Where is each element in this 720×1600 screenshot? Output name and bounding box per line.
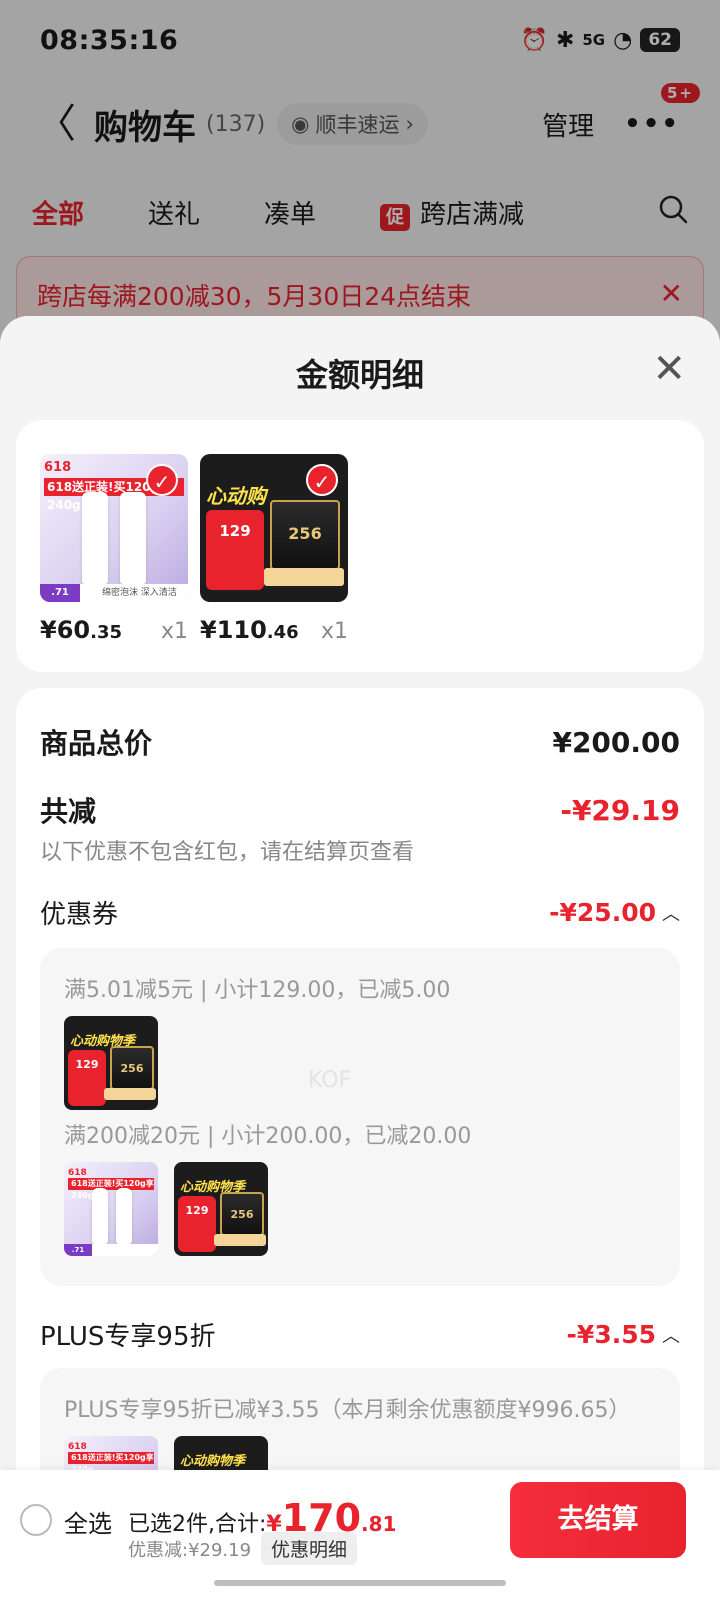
product-art-footer: .71 绵密泡沫 深入清洁 xyxy=(40,584,188,602)
tube-graphic xyxy=(82,492,108,584)
chevron-up-icon: ︿ xyxy=(662,1325,680,1347)
product-price: ¥110.46 xyxy=(200,616,299,644)
product-qty: x1 xyxy=(160,619,188,644)
price-row: ¥110.46 x1 xyxy=(200,616,348,644)
product-thumb-cleanser: 618 618送正装!买120g享240g .71 xyxy=(64,1162,158,1256)
coupon-rule: 满5.01减5元 | 小计129.00，已减5.00 xyxy=(64,978,451,1003)
discount-summary: 优惠减:¥29.19 优惠明细 xyxy=(128,1532,358,1565)
product-price: ¥60.35 xyxy=(40,616,122,644)
coupon-detail-panel: 满5.01减5元 | 小计129.00，已减5.00 心动购物季 129 256… xyxy=(40,948,680,1286)
discount-row: 共减 -¥29.19 xyxy=(40,790,680,830)
coupon-value: -¥25.00 xyxy=(549,898,656,927)
tube-graphic xyxy=(92,1188,108,1244)
plus-detail-text: PLUS专享95折已减¥3.55（本月剩余优惠额度¥996.65） xyxy=(64,1398,631,1423)
card-graphic: 256 xyxy=(110,1046,154,1090)
home-indicator[interactable] xyxy=(214,1580,506,1586)
plus-label: PLUS专享95折 xyxy=(40,1322,216,1352)
price-integer: ¥110 xyxy=(200,616,267,644)
checkout-button[interactable]: 去结算 xyxy=(510,1482,686,1558)
product-art-text: 绵密泡沫 深入清洁 xyxy=(102,588,177,598)
red-panel: 129 xyxy=(178,1196,216,1252)
tube-graphic xyxy=(116,1188,132,1244)
modal-overlay[interactable] xyxy=(0,0,720,340)
card-graphic: 256 xyxy=(220,1192,264,1236)
total-row: 商品总价 ¥200.00 xyxy=(40,722,680,762)
product-art-text: 618送正装!买120g享240g xyxy=(68,1178,154,1200)
watermark: KOF xyxy=(308,1068,352,1093)
discount-value: -¥29.19 xyxy=(560,793,680,827)
discount-label: 共减 xyxy=(40,795,97,828)
product-thumb-memory-card: 心动购物季 129 256 xyxy=(174,1162,268,1256)
red-panel: 129 xyxy=(206,510,264,590)
price-decimal: .46 xyxy=(266,622,299,643)
checkmark-icon: ✓ xyxy=(306,464,338,496)
discount-detail-button[interactable]: 优惠明细 xyxy=(261,1532,358,1565)
product-art-text: 129 xyxy=(219,522,251,540)
checkmark-icon: ✓ xyxy=(146,464,178,496)
select-all-radio[interactable] xyxy=(20,1504,52,1536)
product-art-text: 618 xyxy=(44,460,72,475)
total-label: 商品总价 xyxy=(40,727,153,760)
product-art-text: .71 xyxy=(40,584,80,602)
price-breakdown-card: 商品总价 ¥200.00 共减 -¥29.19 以下优惠不包含红包，请在结算页查… xyxy=(16,688,704,1600)
coupon-row[interactable]: 优惠券 -¥25.00 ︿ xyxy=(40,894,680,931)
product-art-footer: .71 xyxy=(64,1244,158,1256)
close-icon[interactable]: ✕ xyxy=(652,346,686,392)
gold-strip xyxy=(104,1088,156,1100)
product-thumb-memory-card: 心动购物季 129 256 xyxy=(64,1016,158,1110)
product-art-text: 129 xyxy=(75,1058,99,1071)
product-art-text: 618送正装!买120g享240g xyxy=(68,1452,154,1474)
price-decimal: .35 xyxy=(90,622,122,643)
price-integer: ¥60 xyxy=(40,616,91,644)
gold-strip xyxy=(264,568,344,586)
amount-detail-sheet: 金额明细 ✕ 618 618送正装!买120g享240g .71 绵密泡沫 深入清… xyxy=(0,316,720,1600)
tube-graphic xyxy=(120,492,146,584)
checkout-bar: 全选 已选2件,合计: ¥170.81 优惠减:¥29.19 优惠明细 去结算 xyxy=(0,1470,720,1600)
card-graphic: 256 xyxy=(270,500,340,570)
total-value: ¥200.00 xyxy=(552,725,680,759)
red-panel: 129 xyxy=(68,1050,106,1106)
price-row: ¥60.35 x1 xyxy=(40,616,188,644)
gold-strip xyxy=(214,1234,266,1246)
discount-text: 优惠减:¥29.19 xyxy=(128,1539,252,1561)
product-image-cleanser[interactable]: 618 618送正装!买120g享240g .71 绵密泡沫 深入清洁 ✓ xyxy=(40,454,188,602)
plus-value: -¥3.55 xyxy=(566,1320,656,1349)
product-qty: x1 xyxy=(320,619,348,644)
product-art-text: 618 xyxy=(68,1168,87,1178)
sheet-title: 金额明细 xyxy=(295,356,424,394)
product-item[interactable]: 618 618送正装!买120g享240g .71 绵密泡沫 深入清洁 ✓ ¥60… xyxy=(40,454,188,644)
product-image-memory-card[interactable]: 心动购物季 129 256 ✓ xyxy=(200,454,348,602)
coupon-rule: 满200减20元 | 小计200.00，已减20.00 xyxy=(64,1124,472,1149)
product-art-text: 129 xyxy=(185,1204,209,1217)
product-art-text: .71 xyxy=(64,1244,92,1256)
discount-note: 以下优惠不包含红包，请在结算页查看 xyxy=(40,840,415,865)
plus-row[interactable]: PLUS专享95折 -¥3.55 ︿ xyxy=(40,1316,680,1353)
coupon-label: 优惠券 xyxy=(40,900,119,930)
product-card: 618 618送正装!买120g享240g .71 绵密泡沫 深入清洁 ✓ ¥60… xyxy=(16,420,704,672)
product-art-text: 618 xyxy=(68,1442,87,1452)
product-item[interactable]: 心动购物季 129 256 ✓ ¥110.46 x1 xyxy=(200,454,348,644)
chevron-up-icon: ︿ xyxy=(662,903,680,925)
total-decimal: .81 xyxy=(361,1512,397,1536)
select-all-label[interactable]: 全选 xyxy=(64,1504,112,1539)
